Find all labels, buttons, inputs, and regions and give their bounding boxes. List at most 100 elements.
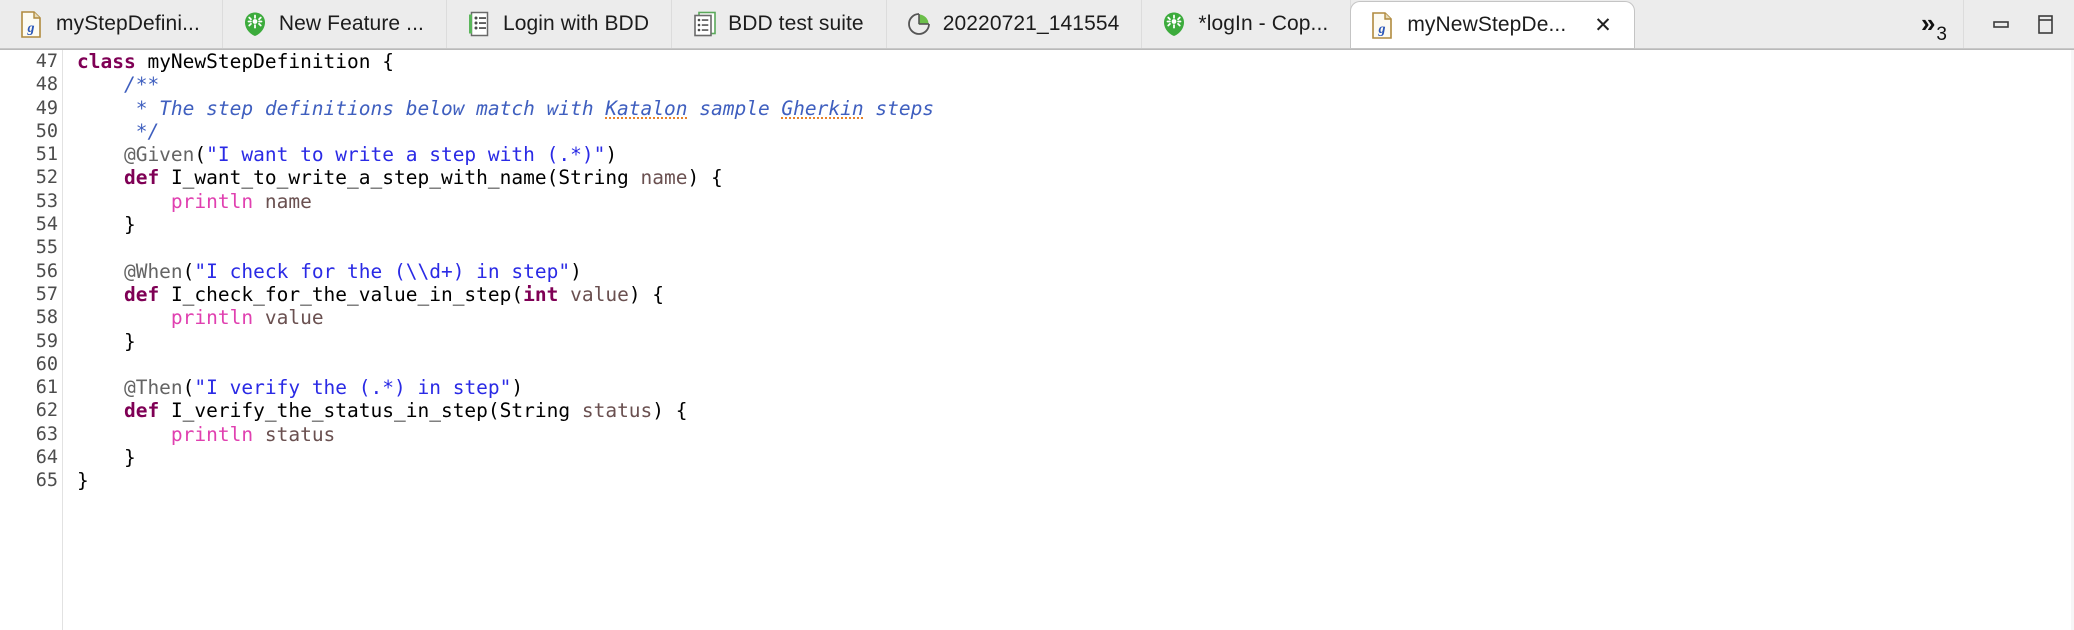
code-token: sample: [688, 97, 782, 120]
code-token: }: [77, 469, 89, 492]
editor-tab-label: myStepDefini...: [56, 12, 200, 36]
test-suite-icon: [692, 11, 716, 37]
code-line[interactable]: println status: [63, 423, 2074, 446]
code-token: "I verify the (.*) in step": [194, 376, 511, 399]
line-number: 55: [0, 236, 62, 259]
code-token: [77, 423, 171, 446]
code-line[interactable]: [63, 353, 2074, 376]
code-token: /**: [77, 73, 159, 96]
code-line[interactable]: println value: [63, 306, 2074, 329]
code-token: ): [570, 260, 582, 283]
code-line[interactable]: }: [63, 469, 2074, 492]
minimize-icon: [1990, 13, 2012, 35]
feature-list-icon: [467, 11, 491, 37]
code-area[interactable]: class myNewStepDefinition { /** * The st…: [63, 50, 2074, 630]
window-controls: [1964, 0, 2074, 48]
code-token: }: [77, 213, 136, 236]
code-token: class: [77, 50, 147, 73]
line-number: 54: [0, 213, 62, 236]
editor-tab-label: Login with BDD: [503, 12, 649, 36]
line-number: 50: [0, 120, 62, 143]
line-number: 51: [0, 143, 62, 166]
editor-tab[interactable]: Login with BDD: [447, 0, 672, 48]
line-number: 48: [0, 73, 62, 96]
editor-tab[interactable]: BDD test suite: [672, 0, 887, 48]
line-number: 62: [0, 399, 62, 422]
editor-tab[interactable]: New Feature ...: [223, 0, 447, 48]
line-number: 63: [0, 423, 62, 446]
code-token: println: [171, 423, 253, 446]
svg-text:g: g: [27, 21, 35, 36]
code-line[interactable]: @Then("I verify the (.*) in step"): [63, 376, 2074, 399]
code-line[interactable]: * The step definitions below match with …: [63, 97, 2074, 120]
code-line[interactable]: println name: [63, 190, 2074, 213]
code-token: */: [77, 120, 159, 143]
code-line[interactable]: }: [63, 330, 2074, 353]
code-token: status: [265, 423, 335, 446]
editor-tab[interactable]: *logIn - Cop...: [1142, 0, 1351, 48]
code-token: (: [183, 376, 195, 399]
editor-tab-label: *logIn - Cop...: [1198, 12, 1328, 36]
code-token: }: [77, 330, 136, 353]
line-number: 57: [0, 283, 62, 306]
code-token: @When: [77, 260, 183, 283]
code-token: (: [183, 260, 195, 283]
line-number: 61: [0, 376, 62, 399]
line-number: 47: [0, 50, 62, 73]
editor-tab[interactable]: g myStepDefini...: [0, 0, 223, 48]
code-token: def: [124, 283, 171, 306]
editor-tab-label: myNewStepDe...: [1407, 13, 1566, 37]
code-line[interactable]: def I_verify_the_status_in_step(String s…: [63, 399, 2074, 422]
report-pie-icon: [907, 11, 931, 37]
groovy-file-icon: g: [1371, 12, 1395, 38]
code-line[interactable]: @Given("I want to write a step with (.*)…: [63, 143, 2074, 166]
code-line[interactable]: @When("I check for the (\\d+) in step"): [63, 260, 2074, 283]
editor-tab-label: New Feature ...: [279, 12, 424, 36]
code-token: steps: [864, 97, 934, 120]
minimize-button[interactable]: [1990, 13, 2012, 35]
line-number-gutter[interactable]: 47484950515253545556575859606162636465: [0, 50, 63, 630]
code-token: "I want to write a step with (.*)": [206, 143, 605, 166]
code-token: value: [570, 283, 629, 306]
code-line[interactable]: }: [63, 213, 2074, 236]
code-line[interactable]: [63, 236, 2074, 259]
code-token: name: [265, 190, 312, 213]
line-number: 53: [0, 190, 62, 213]
editor-window: g myStepDefini... New Feature ...: [0, 0, 2074, 630]
code-editor[interactable]: 47484950515253545556575859606162636465 c…: [0, 49, 2074, 630]
code-line[interactable]: def I_check_for_the_value_in_step(int va…: [63, 283, 2074, 306]
code-token: println: [171, 190, 253, 213]
maximize-button[interactable]: [2034, 13, 2056, 35]
code-token: ) {: [652, 399, 687, 422]
code-token: [77, 190, 171, 213]
line-number: 60: [0, 353, 62, 376]
groovy-file-icon: g: [20, 11, 44, 37]
code-line[interactable]: class myNewStepDefinition {: [63, 50, 2074, 73]
line-number: 52: [0, 166, 62, 189]
line-number: 59: [0, 330, 62, 353]
line-number: 49: [0, 97, 62, 120]
editor-tab-label: 20220721_141554: [943, 12, 1120, 36]
code-line[interactable]: */: [63, 120, 2074, 143]
close-icon[interactable]: ✕: [1594, 15, 1612, 36]
code-line[interactable]: def I_want_to_write_a_step_with_name(Str…: [63, 166, 2074, 189]
code-token: [253, 306, 265, 329]
editor-tab[interactable]: g myNewStepDe... ✕: [1351, 2, 1634, 48]
tab-overflow-button[interactable]: » 3: [1909, 0, 1964, 48]
code-line[interactable]: }: [63, 446, 2074, 469]
code-token: def: [124, 399, 171, 422]
cucumber-icon: [243, 11, 267, 37]
editor-tab[interactable]: 20220721_141554: [887, 0, 1143, 48]
code-token: @Given: [77, 143, 194, 166]
code-token: Gherkin: [781, 97, 863, 120]
code-line[interactable]: /**: [63, 73, 2074, 96]
editor-tab-bar: g myStepDefini... New Feature ...: [0, 0, 2074, 49]
code-token: [77, 306, 171, 329]
code-token: [77, 283, 124, 306]
code-token: def: [124, 166, 171, 189]
code-token: myNewStepDefinition {: [147, 50, 394, 73]
code-token: @Then: [77, 376, 183, 399]
code-token: * The step definitions below match with: [77, 97, 605, 120]
line-number: 58: [0, 306, 62, 329]
code-token: name: [641, 166, 688, 189]
